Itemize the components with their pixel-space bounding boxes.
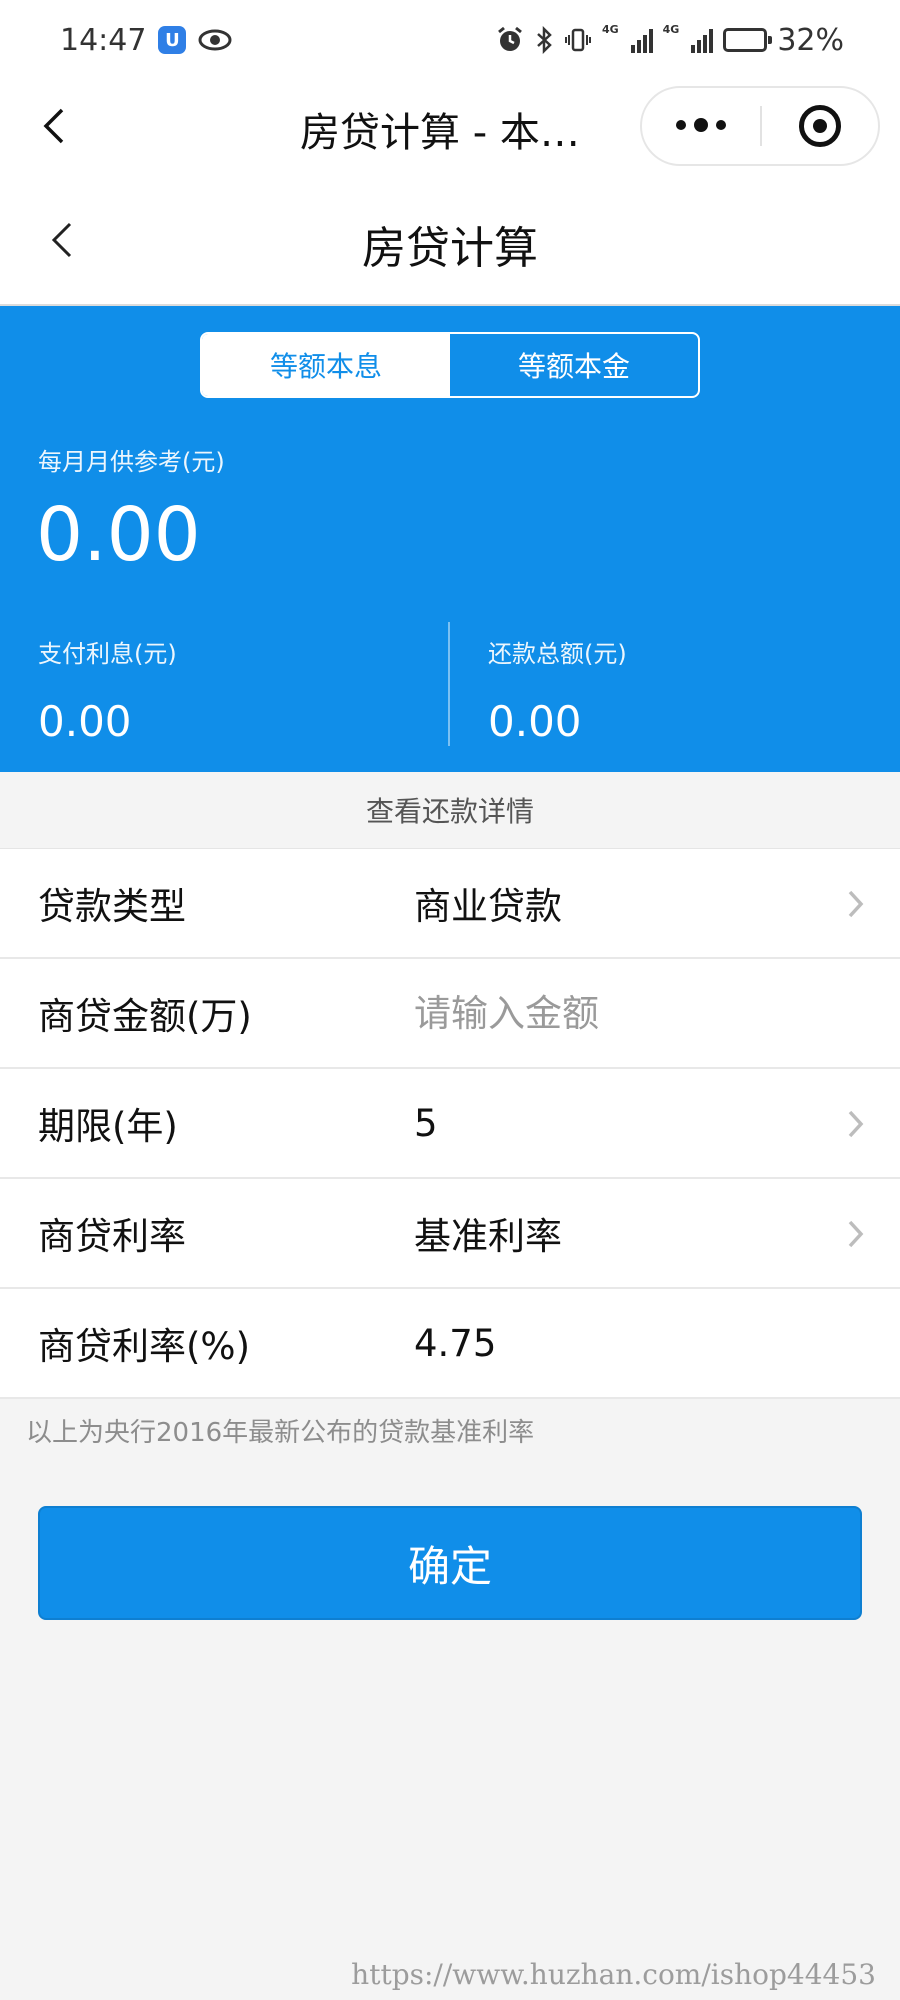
mini-program-navbar: 房贷计算 - 本…	[0, 80, 900, 172]
loan-form: 贷款类型 商业贷款 商贷金额(万) 期限(年) 5 商贷利率 基准利率 商贷利率…	[0, 848, 900, 1399]
monthly-payment-label: 每月月供参考(元)	[38, 448, 225, 476]
total-value: 0.00	[488, 697, 582, 746]
interest-value: 0.00	[38, 697, 132, 746]
loan-amount-row: 商贷金额(万)	[0, 959, 900, 1069]
page-title: 房贷计算	[362, 223, 538, 274]
battery-icon	[723, 28, 773, 52]
rate-type-row[interactable]: 商贷利率 基准利率	[0, 1179, 900, 1289]
interest-block: 支付利息(元) 0.00	[38, 634, 458, 746]
close-mini-program-button[interactable]	[762, 105, 878, 147]
tab-equal-installment[interactable]: 等额本息	[202, 334, 450, 396]
rate-note: 以上为央行2016年最新公布的贷款基准利率	[26, 1418, 535, 1448]
nav-back-button[interactable]	[30, 102, 78, 150]
rate-type-value: 基准利率	[414, 1215, 562, 1258]
chevron-left-icon	[43, 108, 64, 144]
loan-type-value: 商业贷款	[414, 885, 562, 928]
network-type-1: 4G	[601, 22, 619, 36]
tab-equal-principal[interactable]: 等额本金	[450, 334, 698, 396]
loan-amount-label: 商贷金额(万)	[38, 995, 252, 1038]
chevron-right-icon	[848, 1220, 864, 1248]
alarm-icon	[498, 26, 522, 51]
total-label: 还款总额(元)	[488, 640, 627, 668]
nav-title: 房贷计算 - 本…	[300, 110, 580, 156]
interest-rate-input[interactable]	[414, 1313, 854, 1373]
loan-term-row[interactable]: 期限(年) 5	[0, 1069, 900, 1179]
target-close-icon	[799, 105, 841, 147]
signal-2-icon	[691, 27, 714, 53]
app-badge-icon: U	[158, 26, 187, 54]
chevron-right-icon	[848, 890, 864, 918]
signal-1-icon	[630, 27, 653, 53]
battery-percent: 32%	[777, 22, 844, 58]
watermark: https://www.huzhan.com/ishop44453	[351, 1958, 876, 1991]
interest-rate-label: 商贷利率(%)	[38, 1325, 251, 1368]
confirm-button[interactable]: 确定	[38, 1506, 862, 1620]
total-block: 还款总额(元) 0.00	[488, 634, 900, 746]
vibrate-icon	[564, 28, 591, 52]
loan-type-label: 贷款类型	[38, 885, 186, 928]
loan-calculator-page: 14:47 U 4G 4G 32% 房贷计算 - 本… 房贷计算 等额本息 等额…	[0, 0, 900, 2000]
network-type-2: 4G	[662, 22, 680, 36]
more-button[interactable]	[642, 118, 760, 132]
status-bar: 14:47 U 4G 4G 32%	[0, 0, 900, 80]
status-right: 4G 4G 32%	[496, 23, 844, 58]
payment-summary-panel: 等额本息 等额本金 每月月供参考(元) 0.00 支付利息(元) 0.00 还款…	[0, 306, 900, 772]
status-time: 14:47	[60, 22, 147, 58]
eye-icon	[198, 29, 232, 51]
loan-type-row[interactable]: 贷款类型 商业贷款	[0, 849, 900, 959]
status-left: 14:47 U	[60, 23, 232, 58]
summary-divider	[448, 622, 450, 746]
loan-term-label: 期限(年)	[38, 1105, 178, 1148]
page-header: 房贷计算	[0, 172, 900, 306]
loan-amount-input[interactable]	[414, 983, 854, 1043]
monthly-payment-value: 0.00	[36, 492, 201, 578]
repayment-method-switch: 等额本息 等额本金	[200, 332, 700, 398]
capsule-menu	[640, 86, 880, 166]
more-dots-icon	[676, 120, 686, 130]
interest-label: 支付利息(元)	[38, 640, 177, 668]
interest-rate-row: 商贷利率(%)	[0, 1289, 900, 1399]
chevron-right-icon	[848, 1110, 864, 1138]
bluetooth-icon	[537, 26, 552, 54]
loan-term-value: 5	[414, 1101, 438, 1145]
rate-type-label: 商贷利率	[38, 1215, 186, 1258]
view-repayment-details-link[interactable]: 查看还款详情	[0, 772, 900, 848]
